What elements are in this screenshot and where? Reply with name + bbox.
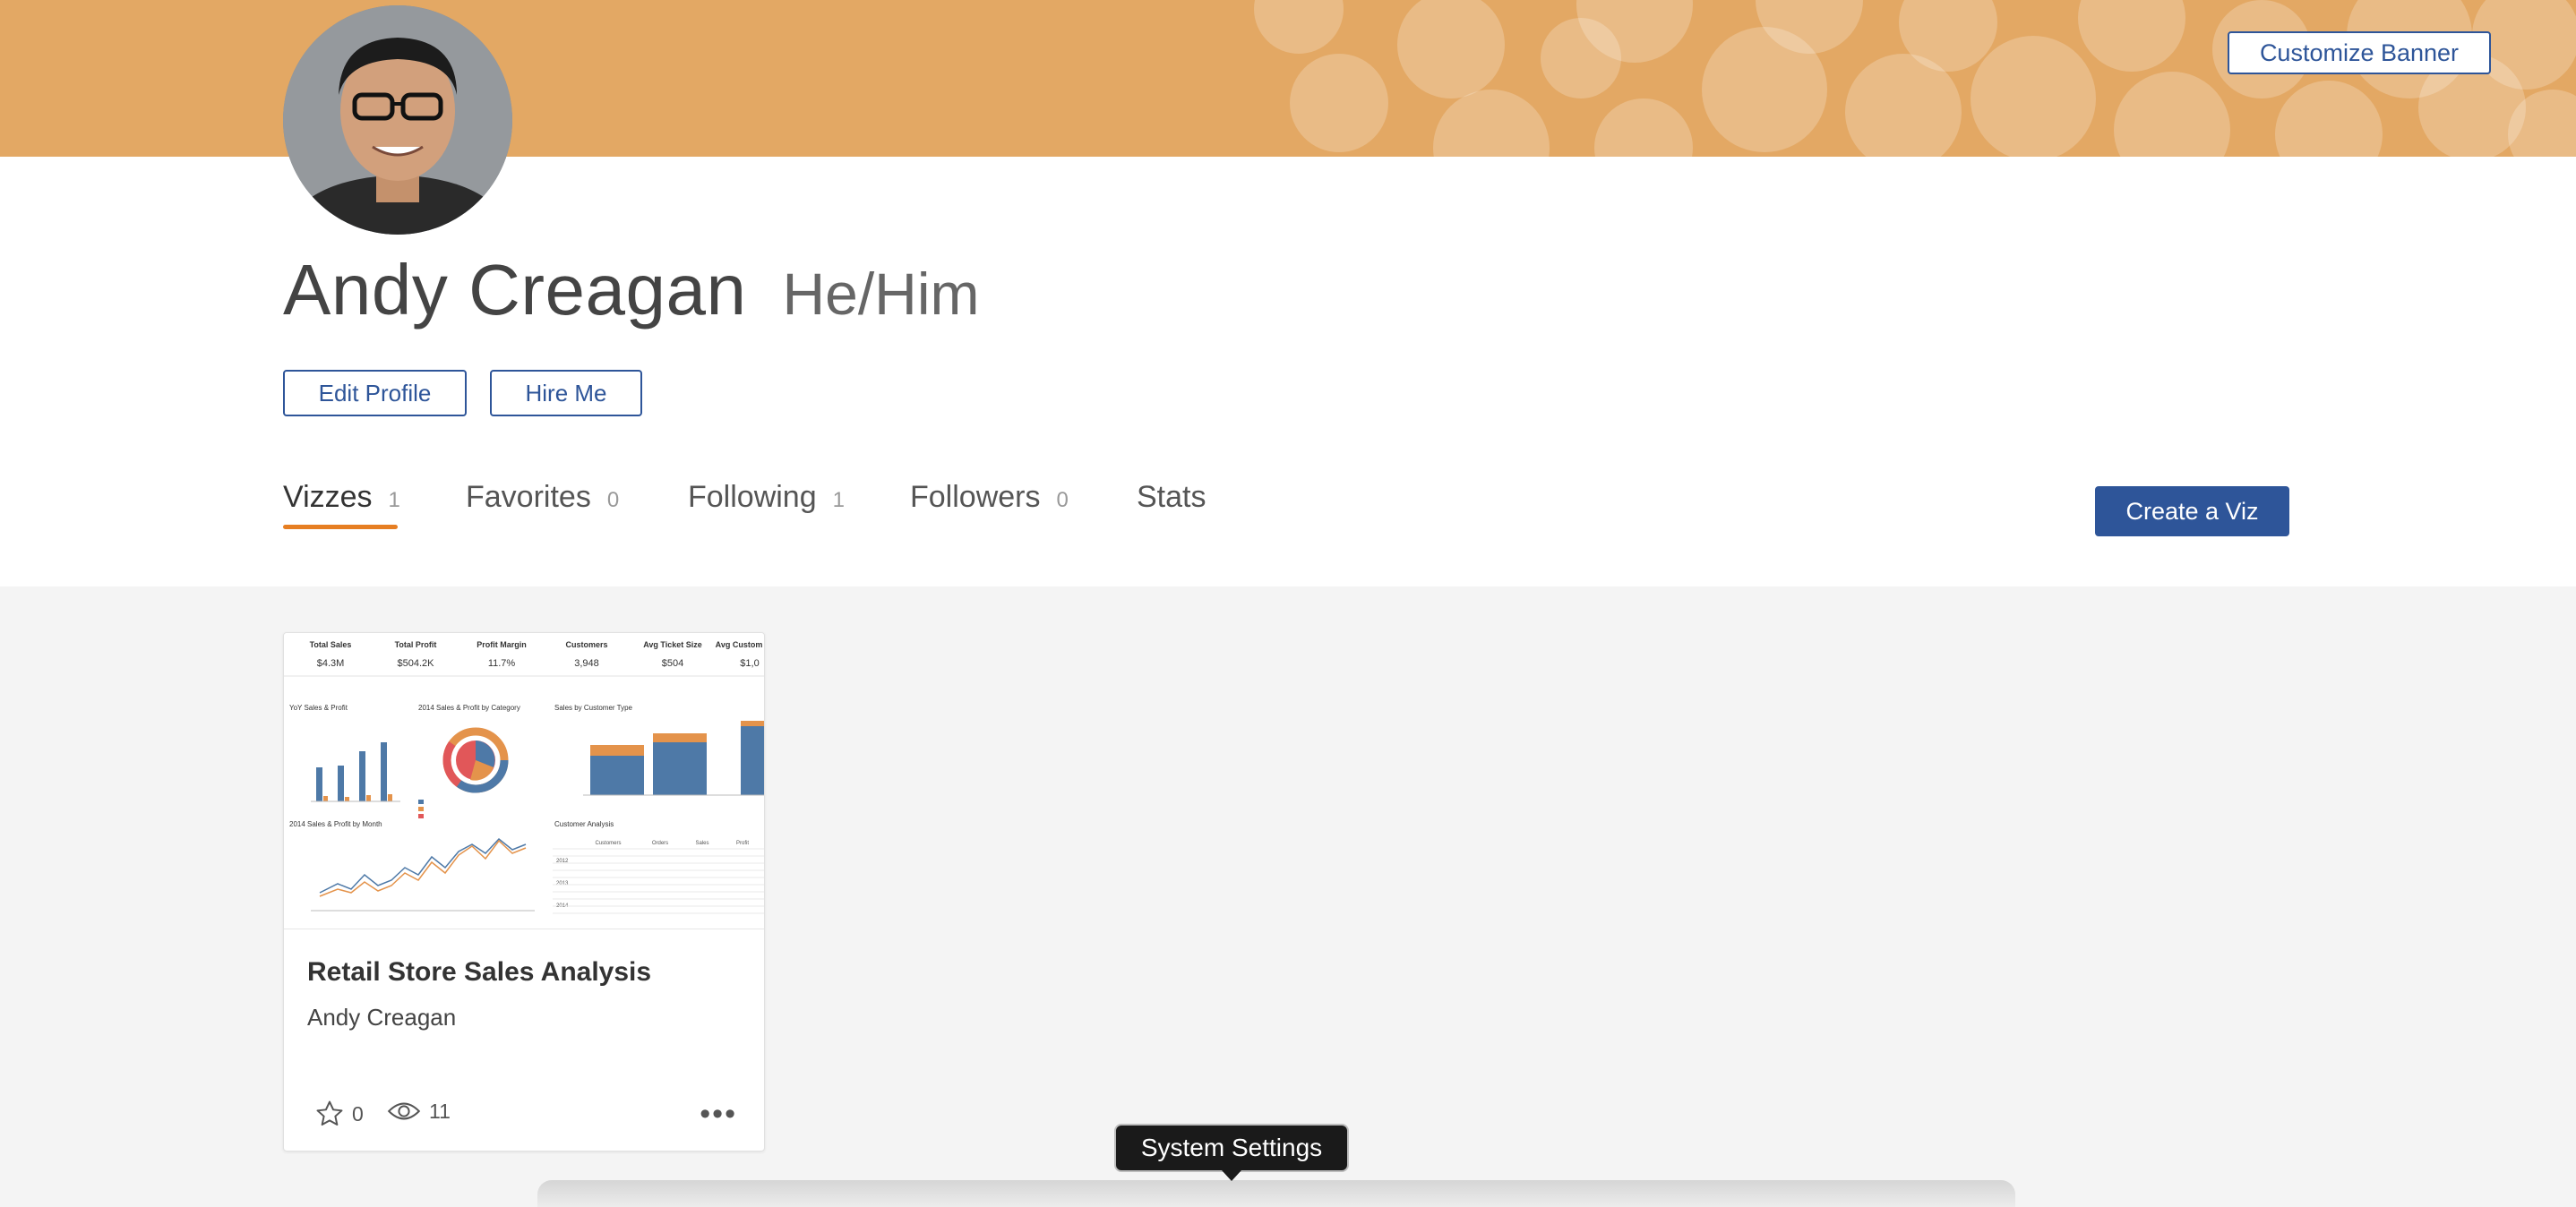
banner-decoration	[1971, 36, 2096, 157]
profile-pronouns: He/Him	[782, 261, 980, 327]
banner-decoration	[2078, 0, 2185, 72]
star-icon	[316, 1100, 343, 1126]
svg-text:Customers: Customers	[595, 841, 621, 846]
tab-label: Following	[688, 480, 817, 514]
customize-banner-button[interactable]: Customize Banner	[2228, 31, 2491, 74]
viz-title[interactable]: Retail Store Sales Analysis	[307, 957, 651, 988]
viz-thumbnail[interactable]: Total Sales Total Profit Profit Margin C…	[284, 633, 764, 929]
svg-text:Orders: Orders	[652, 841, 668, 846]
more-options-icon[interactable]: •••	[700, 1099, 737, 1129]
create-viz-button[interactable]: Create a Viz	[2095, 486, 2289, 536]
tab-label: Stats	[1137, 480, 1206, 514]
profile-name-row: Andy Creagan He/Him	[283, 249, 979, 331]
tab-count: 1	[388, 488, 400, 512]
svg-text:Avg Custom: Avg Custom	[716, 640, 763, 649]
views-stat: 11	[386, 1099, 451, 1124]
favorite-count: 0	[352, 1101, 364, 1126]
view-count: 11	[429, 1099, 451, 1123]
tab-count: 1	[832, 488, 845, 512]
banner-decoration	[1397, 0, 1505, 98]
dock	[537, 1180, 2015, 1207]
svg-text:2014 Sales & Profit by Month: 2014 Sales & Profit by Month	[289, 820, 382, 828]
svg-text:$1,0: $1,0	[740, 658, 759, 669]
viz-author[interactable]: Andy Creagan	[307, 1004, 456, 1032]
tooltip-arrow	[1222, 1170, 1241, 1181]
active-tab-indicator	[283, 525, 398, 529]
banner-decoration	[1254, 0, 1344, 54]
tab-favorites[interactable]: Favorites 0	[466, 480, 619, 515]
svg-text:2013: 2013	[556, 881, 569, 886]
svg-text:Sales: Sales	[695, 841, 708, 846]
tab-following[interactable]: Following 1	[688, 480, 845, 515]
svg-text:Customers: Customers	[565, 640, 607, 649]
svg-text:Total Sales: Total Sales	[310, 640, 352, 649]
svg-text:YoY Sales & Profit: YoY Sales & Profit	[289, 704, 348, 712]
banner-decoration	[1290, 54, 1388, 152]
svg-text:Profit: Profit	[736, 841, 749, 846]
svg-text:Total Profit: Total Profit	[395, 640, 437, 649]
tab-stats[interactable]: Stats	[1137, 480, 1206, 515]
svg-text:Profit Margin: Profit Margin	[477, 640, 527, 649]
tab-followers[interactable]: Followers 0	[910, 480, 1069, 515]
svg-text:Sales by Customer Type: Sales by Customer Type	[554, 704, 633, 712]
svg-text:$4.3M: $4.3M	[317, 658, 345, 669]
banner-decoration	[1594, 98, 1693, 157]
system-settings-tooltip: System Settings	[1114, 1124, 1349, 1172]
banner-decoration	[2114, 72, 2230, 157]
svg-text:$504.2K: $504.2K	[398, 658, 435, 669]
tab-label: Favorites	[466, 480, 591, 514]
tab-label: Vizzes	[283, 480, 373, 514]
svg-text:Avg Ticket Size: Avg Ticket Size	[643, 640, 702, 649]
viz-card[interactable]: Total Sales Total Profit Profit Margin C…	[283, 632, 765, 1151]
tab-count: 0	[606, 488, 620, 512]
tab-count: 0	[1056, 488, 1069, 512]
favorite-stat[interactable]: 0	[314, 1099, 364, 1129]
edit-profile-button[interactable]: Edit Profile	[283, 370, 467, 416]
viz-thumbnail-image: Total Sales Total Profit Profit Margin C…	[284, 640, 764, 914]
svg-text:2014 Sales & Profit by Categor: 2014 Sales & Profit by Category	[418, 704, 520, 712]
svg-text:3,948: 3,948	[574, 658, 599, 669]
hire-me-button[interactable]: Hire Me	[490, 370, 642, 416]
tab-label: Followers	[910, 480, 1041, 514]
svg-text:Customer Analysis: Customer Analysis	[554, 820, 614, 828]
eye-icon	[387, 1102, 421, 1120]
tab-vizzes[interactable]: Vizzes 1	[283, 480, 400, 515]
banner-decoration	[1433, 90, 1550, 157]
svg-text:$504: $504	[662, 658, 683, 669]
profile-name: Andy Creagan	[283, 250, 747, 330]
banner-decoration	[2275, 81, 2383, 157]
svg-text:11.7%: 11.7%	[488, 658, 516, 669]
avatar-photo	[283, 5, 512, 235]
avatar	[283, 5, 512, 235]
